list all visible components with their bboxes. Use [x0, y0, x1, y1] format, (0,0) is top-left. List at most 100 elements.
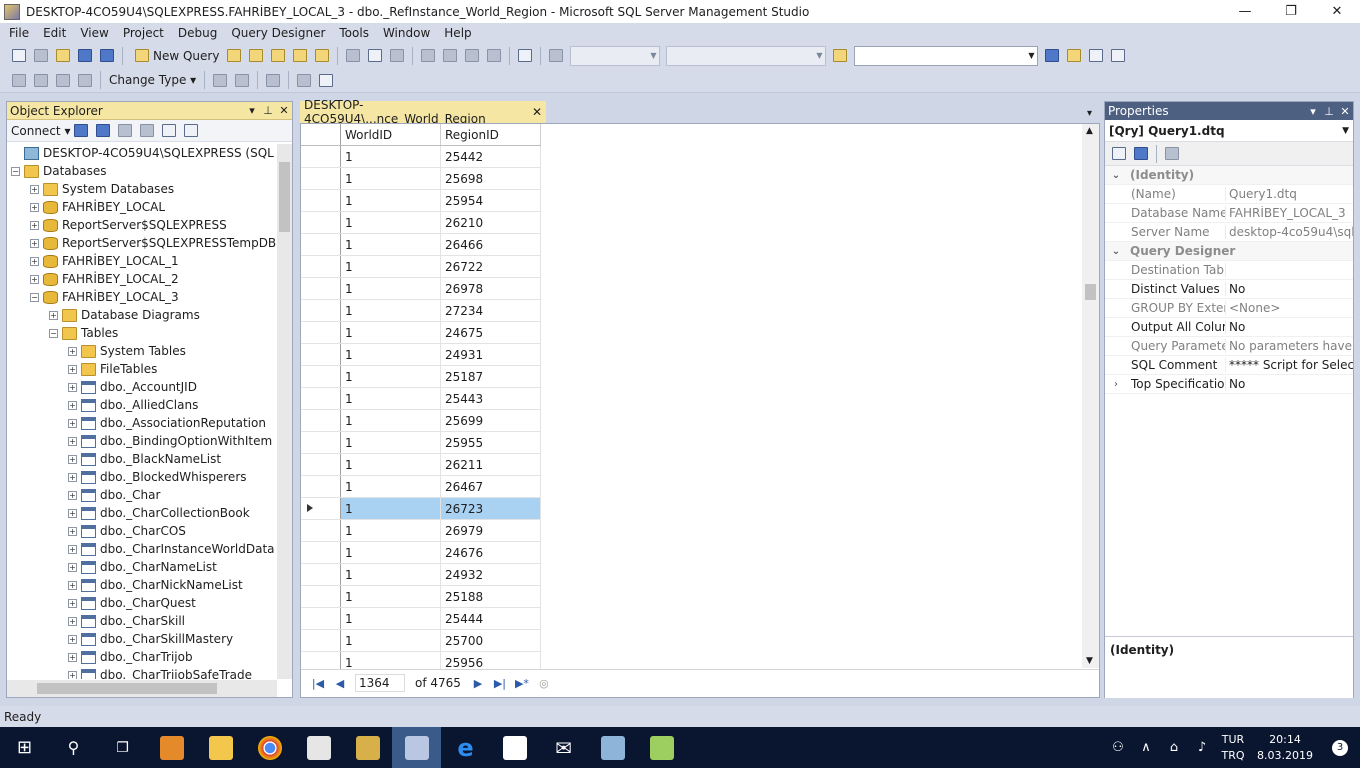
- expand-icon[interactable]: +: [30, 202, 39, 212]
- row-selector[interactable]: [301, 322, 341, 343]
- row-selector[interactable]: [301, 608, 341, 629]
- expand-icon[interactable]: +: [68, 616, 77, 626]
- show-criteria-pane-icon[interactable]: [31, 70, 51, 90]
- cell-regionid[interactable]: 27234: [441, 300, 541, 321]
- tree-node[interactable]: − FAHRİBEY_LOCAL_3: [7, 288, 277, 306]
- expand-icon[interactable]: +: [68, 346, 77, 356]
- cell-worldid[interactable]: 1: [341, 410, 441, 431]
- property-value[interactable]: FAHRİBEY_LOCAL_3: [1226, 206, 1353, 220]
- tree-node[interactable]: + dbo._CharCOS: [7, 522, 277, 540]
- task-view-button[interactable]: ❐: [98, 727, 147, 768]
- disconnect-icon[interactable]: [93, 121, 113, 141]
- refresh-icon[interactable]: [159, 121, 179, 141]
- cell-worldid[interactable]: 1: [341, 190, 441, 211]
- tree-hscroll-thumb[interactable]: [37, 683, 217, 694]
- row-selector[interactable]: [301, 190, 341, 211]
- expand-icon[interactable]: +: [68, 490, 77, 500]
- tree-node[interactable]: − Tables: [7, 324, 277, 342]
- tree-node[interactable]: + dbo._AlliedClans: [7, 396, 277, 414]
- table-row[interactable]: 1 24675: [301, 322, 541, 344]
- expand-icon[interactable]: +: [30, 220, 39, 230]
- row-selector[interactable]: [301, 234, 341, 255]
- tree-node[interactable]: + ReportServer$SQLEXPRESS: [7, 216, 277, 234]
- previous-record-icon[interactable]: ◀: [329, 674, 351, 692]
- table-row[interactable]: 1 24932: [301, 564, 541, 586]
- redo-icon[interactable]: [440, 46, 460, 66]
- table-row[interactable]: 1 26466: [301, 234, 541, 256]
- output-window-icon[interactable]: [1108, 46, 1128, 66]
- close-tab-icon[interactable]: ✕: [532, 105, 542, 119]
- menu-edit[interactable]: Edit: [36, 23, 73, 43]
- tree-node[interactable]: + dbo._BlockedWhisperers: [7, 468, 277, 486]
- tree-node[interactable]: + System Tables: [7, 342, 277, 360]
- cell-regionid[interactable]: 25442: [441, 146, 541, 167]
- tree-scroll-thumb[interactable]: [279, 162, 290, 232]
- row-selector[interactable]: [301, 300, 341, 321]
- tree-node[interactable]: + dbo._CharSkillMastery: [7, 630, 277, 648]
- cell-worldid[interactable]: 1: [341, 454, 441, 475]
- properties-object-selector[interactable]: [Qry] Query1.dtq ▼: [1105, 120, 1353, 142]
- cell-regionid[interactable]: 26211: [441, 454, 541, 475]
- row-selector[interactable]: [301, 498, 341, 519]
- table-row[interactable]: 1 25699: [301, 410, 541, 432]
- dax-query-icon[interactable]: [312, 46, 332, 66]
- expand-icon[interactable]: +: [68, 508, 77, 518]
- table-row[interactable]: 1 25443: [301, 388, 541, 410]
- cell-regionid[interactable]: 25699: [441, 410, 541, 431]
- expand-icon[interactable]: +: [68, 400, 77, 410]
- next-record-icon[interactable]: ▶: [467, 674, 489, 692]
- navigate-backward-icon[interactable]: [462, 46, 482, 66]
- row-selector[interactable]: [301, 278, 341, 299]
- stop-icon[interactable]: [115, 121, 135, 141]
- cell-regionid[interactable]: 25698: [441, 168, 541, 189]
- property-row[interactable]: GROUP BY Extensi<None>: [1105, 299, 1353, 318]
- table-row[interactable]: 1 25188: [301, 586, 541, 608]
- cell-regionid[interactable]: 25444: [441, 608, 541, 629]
- chevron-up-icon[interactable]: ∧: [1134, 740, 1158, 756]
- table-row[interactable]: 1 25444: [301, 608, 541, 630]
- table-row[interactable]: 1 26723: [301, 498, 541, 520]
- collapse-icon[interactable]: −: [30, 292, 39, 302]
- row-selector[interactable]: [301, 410, 341, 431]
- taskbar-sublime[interactable]: [147, 727, 196, 768]
- network-icon[interactable]: ⌂: [1162, 740, 1186, 756]
- cell-worldid[interactable]: 1: [341, 256, 441, 277]
- tab-overflow-icon[interactable]: ▾: [1087, 108, 1100, 123]
- expander-icon[interactable]: ›: [1105, 379, 1127, 390]
- taskbar-app2[interactable]: [588, 727, 637, 768]
- cell-worldid[interactable]: 1: [341, 388, 441, 409]
- table-row[interactable]: 1 25955: [301, 432, 541, 454]
- cell-regionid[interactable]: 26210: [441, 212, 541, 233]
- tree-node[interactable]: + Database Diagrams: [7, 306, 277, 324]
- alphabetical-icon[interactable]: [1131, 144, 1151, 164]
- toolbox-icon[interactable]: [1086, 46, 1106, 66]
- input-language[interactable]: TUR TRQ: [1216, 732, 1250, 764]
- menu-file[interactable]: File: [2, 23, 36, 43]
- tree-vertical-scrollbar[interactable]: [277, 144, 292, 679]
- cell-worldid[interactable]: 1: [341, 520, 441, 541]
- row-selector[interactable]: [301, 146, 341, 167]
- table-row[interactable]: 1 27234: [301, 300, 541, 322]
- taskbar-mail[interactable]: ✉: [539, 727, 588, 768]
- cell-worldid[interactable]: 1: [341, 212, 441, 233]
- show-results-pane-icon[interactable]: [75, 70, 95, 90]
- row-selector[interactable]: [301, 168, 341, 189]
- start-button[interactable]: ⊞: [0, 727, 49, 768]
- table-row[interactable]: 1 26722: [301, 256, 541, 278]
- taskbar-file-explorer[interactable]: [196, 727, 245, 768]
- row-selector[interactable]: [301, 344, 341, 365]
- menu-help[interactable]: Help: [437, 23, 478, 43]
- activity-monitor-icon[interactable]: [181, 121, 201, 141]
- row-selector[interactable]: [301, 366, 341, 387]
- volume-icon[interactable]: ♪: [1190, 740, 1214, 756]
- solution-explorer-icon[interactable]: [1042, 46, 1062, 66]
- categorized-icon[interactable]: [1109, 144, 1129, 164]
- expand-icon[interactable]: +: [68, 634, 77, 644]
- tree-node[interactable]: + FAHRİBEY_LOCAL_2: [7, 270, 277, 288]
- tree-node[interactable]: + dbo._CharNameList: [7, 558, 277, 576]
- row-selector[interactable]: [301, 630, 341, 651]
- property-category[interactable]: ⌄ (Identity): [1105, 166, 1353, 185]
- cell-regionid[interactable]: 25954: [441, 190, 541, 211]
- cut-icon[interactable]: [343, 46, 363, 66]
- menu-window[interactable]: Window: [376, 23, 437, 43]
